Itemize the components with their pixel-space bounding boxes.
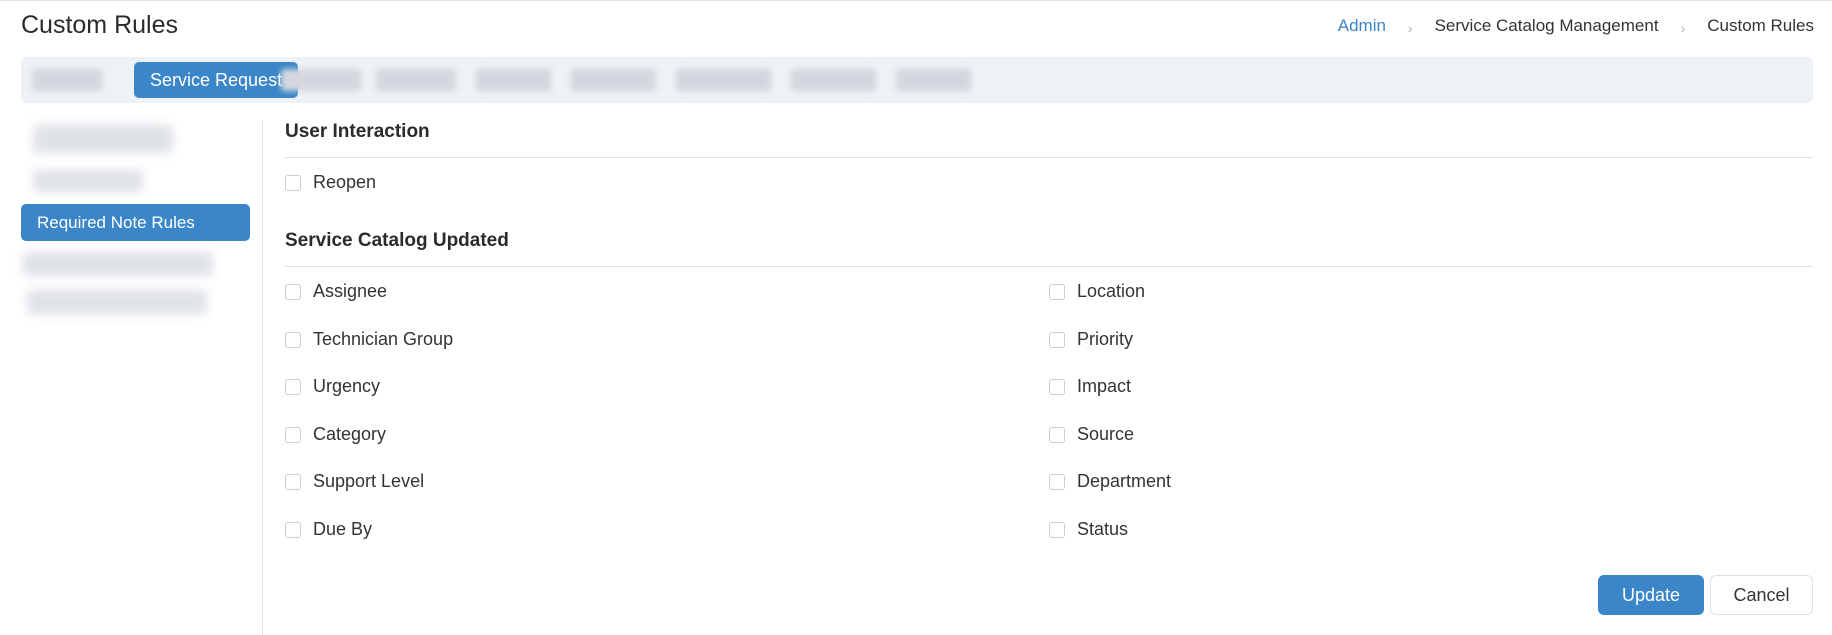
- option-label: Support Level: [313, 471, 425, 491]
- sidebar-item-redacted[interactable]: [27, 290, 207, 314]
- option-label: Department: [1077, 471, 1172, 491]
- option-priority[interactable]: Priority: [1049, 329, 1133, 350]
- option-due-by[interactable]: Due By: [285, 519, 372, 540]
- category-checkbox[interactable]: [285, 426, 301, 443]
- support-level-checkbox[interactable]: [285, 473, 301, 490]
- option-assignee[interactable]: Assignee: [285, 281, 387, 302]
- tab-redacted[interactable]: [676, 69, 771, 91]
- section-title-user-interaction: User Interaction: [285, 121, 430, 142]
- option-label: Technician Group: [313, 329, 454, 349]
- option-label: Source: [1077, 424, 1135, 444]
- due-by-checkbox[interactable]: [285, 521, 301, 538]
- source-checkbox[interactable]: [1049, 426, 1065, 443]
- option-reopen[interactable]: Reopen: [285, 172, 376, 193]
- option-source[interactable]: Source: [1049, 424, 1134, 445]
- option-label: Urgency: [313, 376, 381, 396]
- breadcrumb-current: Custom Rules: [1707, 16, 1814, 35]
- urgency-checkbox[interactable]: [285, 378, 301, 395]
- option-label: Assignee: [313, 281, 388, 301]
- option-label: Impact: [1077, 376, 1132, 396]
- assignee-checkbox[interactable]: [285, 283, 301, 300]
- option-label: Status: [1077, 519, 1129, 539]
- option-label: Reopen: [313, 172, 377, 192]
- sidebar-item-redacted[interactable]: [23, 252, 213, 276]
- module-tab-bar: Service Request: [21, 57, 1813, 103]
- option-support-level[interactable]: Support Level: [285, 471, 424, 492]
- sidebar-item-redacted[interactable]: [33, 170, 143, 192]
- option-department[interactable]: Department: [1049, 471, 1171, 492]
- cancel-button[interactable]: Cancel: [1710, 575, 1813, 615]
- tab-redacted[interactable]: [281, 69, 361, 91]
- tab-redacted[interactable]: [32, 69, 102, 91]
- option-status[interactable]: Status: [1049, 519, 1128, 540]
- page-title: Custom Rules: [21, 11, 178, 39]
- priority-checkbox[interactable]: [1049, 331, 1065, 348]
- sidebar-item-redacted[interactable]: [33, 125, 173, 153]
- breadcrumb: Admin › Service Catalog Management › Cus…: [1338, 16, 1814, 36]
- option-location[interactable]: Location: [1049, 281, 1145, 302]
- breadcrumb-service-catalog-management[interactable]: Service Catalog Management: [1435, 16, 1659, 36]
- option-label: Category: [313, 424, 387, 444]
- panel-divider: [262, 120, 263, 635]
- tab-redacted[interactable]: [571, 69, 656, 91]
- section-title-service-catalog-updated: Service Catalog Updated: [285, 230, 509, 251]
- impact-checkbox[interactable]: [1049, 378, 1065, 395]
- tab-service-request[interactable]: Service Request: [134, 62, 299, 98]
- tab-redacted[interactable]: [376, 69, 456, 91]
- breadcrumb-admin-link[interactable]: Admin: [1338, 16, 1386, 36]
- top-border: [0, 0, 1832, 1]
- status-checkbox[interactable]: [1049, 521, 1065, 538]
- tab-redacted[interactable]: [476, 69, 551, 91]
- reopen-checkbox[interactable]: [285, 174, 301, 191]
- technician-group-checkbox[interactable]: [285, 331, 301, 348]
- breadcrumb-chevron-icon: ›: [1680, 20, 1686, 36]
- option-category[interactable]: Category: [285, 424, 386, 445]
- option-label: Due By: [313, 519, 373, 539]
- department-checkbox[interactable]: [1049, 473, 1065, 490]
- option-label: Location: [1077, 281, 1146, 301]
- option-technician-group[interactable]: Technician Group: [285, 329, 453, 350]
- option-impact[interactable]: Impact: [1049, 376, 1131, 397]
- option-label: Priority: [1077, 329, 1134, 349]
- section-divider: [285, 157, 1813, 158]
- update-button[interactable]: Update: [1598, 575, 1704, 615]
- option-urgency[interactable]: Urgency: [285, 376, 380, 397]
- tab-redacted[interactable]: [791, 69, 876, 91]
- section-divider: [285, 266, 1813, 267]
- breadcrumb-chevron-icon: ›: [1407, 20, 1413, 36]
- sidebar-item-required-note-rules[interactable]: Required Note Rules: [21, 204, 250, 241]
- location-checkbox[interactable]: [1049, 283, 1065, 300]
- tab-redacted[interactable]: [896, 69, 971, 91]
